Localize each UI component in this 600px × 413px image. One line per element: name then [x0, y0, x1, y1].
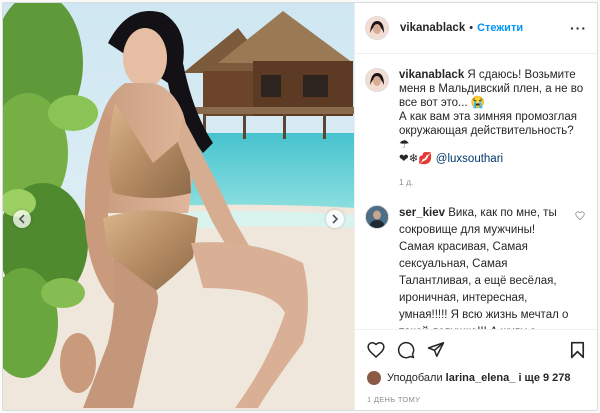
- chevron-right-icon: [332, 214, 339, 224]
- avatar[interactable]: [365, 205, 389, 229]
- follow-button[interactable]: Стежити: [477, 22, 523, 34]
- comment-body: Вика, как по мне, ты сокровище для мужчи…: [399, 207, 569, 329]
- next-photo-button[interactable]: [326, 210, 344, 228]
- separator-dot: •: [469, 22, 474, 34]
- caption-age: 1 д.: [399, 177, 414, 187]
- instagram-post: vikanablack • Стежити ··· vikanablack Я …: [2, 2, 598, 411]
- heart-icon[interactable]: [575, 211, 585, 220]
- post-photo[interactable]: [3, 3, 354, 410]
- caption-line-3: ❤❄💋 @luxsouthari: [399, 152, 587, 166]
- post-header: vikanablack • Стежити ···: [355, 3, 597, 54]
- like-button[interactable]: [367, 341, 385, 358]
- comment-item: ser_kiev Вика, как по мне, ты сокровище …: [365, 205, 587, 329]
- more-options-button[interactable]: ···: [570, 20, 587, 36]
- caption-username[interactable]: vikanablack: [399, 69, 464, 81]
- paper-plane-icon: [427, 342, 445, 357]
- comment-button[interactable]: [397, 341, 415, 359]
- post-author-username[interactable]: vikanablack: [400, 22, 465, 34]
- caption-emoji: ❤❄💋: [399, 153, 433, 165]
- beach-photo-illustration: [3, 3, 354, 410]
- likes-prefix: Уподобали: [387, 372, 443, 384]
- avatar[interactable]: [365, 68, 389, 92]
- comment-icon: [397, 341, 415, 358]
- action-bar: [355, 329, 597, 369]
- save-button[interactable]: [570, 341, 585, 359]
- caption-body-2: А как вам эта зимняя промозглая окружающ…: [399, 111, 577, 151]
- heart-icon: [367, 341, 385, 358]
- avatar-photo: [366, 69, 388, 91]
- likes-user[interactable]: larina_elena_: [446, 372, 516, 384]
- caption-text: vikanablack Я сдаюсь! Возьмите меня в Ма…: [399, 68, 587, 189]
- post-timestamp[interactable]: 1 ДЕНЬ ТОМУ: [355, 387, 597, 410]
- likes-summary: Уподобали larina_elena_ і ще 9 278: [355, 369, 597, 387]
- comment-text: ser_kiev Вика, как по мне, ты сокровище …: [399, 205, 573, 329]
- avatar[interactable]: [367, 371, 381, 385]
- post-sidebar: vikanablack • Стежити ··· vikanablack Я …: [354, 3, 597, 410]
- comment-username[interactable]: ser_kiev: [399, 207, 445, 219]
- avatar-photo: [366, 206, 388, 228]
- caption: vikanablack Я сдаюсь! Возьмите меня в Ма…: [365, 68, 587, 189]
- share-button[interactable]: [427, 341, 445, 358]
- avatar[interactable]: [365, 16, 389, 40]
- mention-link[interactable]: @luxsouthari: [436, 153, 503, 165]
- likes-count[interactable]: і ще 9 278: [518, 372, 570, 384]
- comments-section[interactable]: vikanablack Я сдаюсь! Возьмите меня в Ма…: [355, 54, 597, 329]
- chevron-left-icon: [18, 214, 25, 224]
- previous-photo-button[interactable]: [13, 210, 31, 228]
- avatar-photo: [366, 17, 388, 39]
- bookmark-icon: [570, 341, 585, 358]
